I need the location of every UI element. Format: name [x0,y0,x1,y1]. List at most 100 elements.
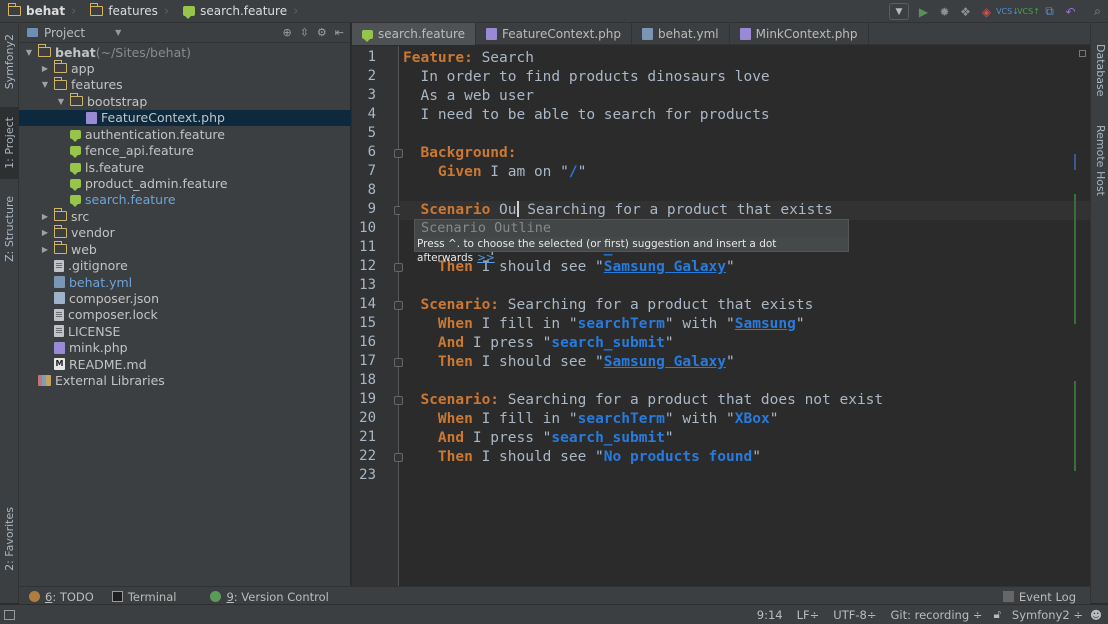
line-number: 22 [359,448,376,465]
tree-item-label: app [71,60,95,76]
fold-marker-icon[interactable] [394,396,403,406]
tree-item[interactable]: External Libraries [19,373,351,389]
code-editor[interactable]: 1 2 3 4 5 6 7 8 9 10 11 12 13 14 15 16 17 18 19 20 21 22 23 Fe… [352,46,1090,586]
code-token: As a web user [403,88,534,105]
tree-item[interactable]: ▶ src [19,208,351,224]
text-file-icon [54,308,64,321]
tool-tab-structure[interactable]: Z: Structure [0,189,19,269]
hector-icon[interactable]: ☻ [1090,608,1102,622]
code-token: Ou [490,202,517,219]
chevron-down-icon[interactable]: ▼ [115,28,121,37]
breadcrumb-item[interactable]: features › [82,0,175,23]
tool-tab-favorites[interactable]: 2: Favorites [0,499,19,579]
chevron-down-icon[interactable]: ▼ [39,80,51,89]
tree-item[interactable]: behat.yml [19,274,351,290]
vcs-commit-icon[interactable]: VCS↑ [1017,1,1040,22]
profile-icon[interactable]: ◈ [976,1,997,22]
chevron-right-icon[interactable]: ▶ [39,245,51,254]
tree-item-label: behat.yml [69,274,133,290]
run-config-dropdown[interactable]: ▼ [889,3,909,20]
debug-icon[interactable]: ✹ [934,1,955,22]
more-link[interactable]: >> [477,252,495,264]
chevron-down-icon[interactable]: ▼ [55,97,67,106]
chevron-right-icon[interactable]: ▶ [39,228,51,237]
autocomplete-hint: Press ^. to choose the selected (or firs… [417,238,777,264]
tree-item[interactable]: composer.lock [19,307,351,323]
code-token: Background: [403,145,517,162]
search-icon[interactable]: ⌕ [1087,1,1108,22]
line-number-gutter: 1 2 3 4 5 6 7 8 9 10 11 12 13 14 15 16 17 18 19 20 21 22 23 [352,46,403,586]
fold-marker-icon[interactable] [394,358,403,368]
chevron-right-icon[interactable]: ▶ [39,64,51,73]
hide-panel-icon[interactable]: ⇤ [335,26,344,39]
tree-item[interactable]: product_admin.feature [19,175,351,191]
folder-icon [53,241,67,255]
code-line: And I press "search_submit" [403,429,674,448]
inspection-status-icon[interactable] [1079,50,1086,57]
tree-item[interactable]: ▼ behat (~/Sites/behat) [19,44,351,60]
tree-item-label: composer.json [69,290,160,306]
line-number: 8 [367,182,376,199]
tool-tab-database[interactable]: Database [1091,33,1108,107]
tree-item[interactable]: .gitignore [19,258,351,274]
tree-item[interactable]: LICENSE [19,323,351,339]
fold-marker-icon[interactable] [394,301,403,311]
line-number: 9 [367,201,376,218]
code-token: " [769,411,779,428]
caret-position[interactable]: 9:14 [750,608,790,622]
tree-item[interactable]: mink.php [19,340,351,356]
tool-tab-project[interactable]: 1: Project [0,107,19,179]
collapse-icon[interactable]: ⇳ [300,26,309,39]
tool-tab-remote-host[interactable]: Remote Host [1091,117,1108,203]
editor-tab[interactable]: behat.yml [632,23,730,45]
tree-item[interactable]: composer.json [19,290,351,306]
tree-item[interactable]: search.feature [19,192,351,208]
feature-file-icon [70,178,81,191]
project-view-icon [27,28,38,37]
tree-item[interactable]: ▶ web [19,241,351,257]
tree-item[interactable]: ▼ features [19,76,351,93]
code-token: Search [472,50,534,66]
tree-item-label: features [71,77,123,93]
tree-item[interactable]: M README.md [19,356,351,372]
folder-icon [53,208,67,222]
autocomplete-suggestion[interactable]: Scenario Outline [415,220,848,237]
revert-icon[interactable]: ↶ [1060,1,1081,22]
line-number: 7 [367,163,376,180]
tree-item[interactable]: ▶ app [19,60,351,76]
git-branch[interactable]: Git: recording ÷ [883,608,989,622]
fold-marker-icon[interactable] [394,453,403,463]
php-file-icon [54,341,65,354]
folder-icon [37,44,51,57]
breadcrumb-item[interactable]: search.feature › [175,0,304,23]
file-encoding[interactable]: UTF-8÷ [826,608,883,622]
chevron-down-icon[interactable]: ▼ [23,48,35,57]
editor-tab[interactable]: MinkContext.php [730,23,869,45]
code-token: " [664,335,674,352]
editor-tab[interactable]: FeatureContext.php [476,23,633,45]
project-view-selector[interactable]: Project [44,26,85,40]
framework-selector[interactable]: Symfony2 ÷ [1005,608,1090,622]
tool-tab-symfony[interactable]: Symfony2 [0,27,19,97]
code-token: I press " [464,335,552,352]
tool-windows-icon[interactable] [4,609,15,620]
tree-item[interactable]: authentication.feature [19,126,351,142]
locate-icon[interactable]: ⊕ [282,26,291,39]
gear-icon[interactable]: ⚙ [317,26,327,39]
tree-item[interactable]: ▼ bootstrap [19,93,351,109]
lock-icon[interactable]: 🔓︎ [993,607,1000,622]
run-icon[interactable]: ▶ [913,1,934,22]
fold-marker-icon[interactable] [394,149,403,159]
vcs-history-icon[interactable]: ⧉ [1039,1,1060,22]
editor-tab[interactable]: search.feature [352,23,476,45]
tree-item[interactable]: ▶ vendor [19,224,351,241]
tree-item[interactable]: fence_api.feature [19,143,351,159]
tree-item[interactable]: FeatureContext.php [19,109,351,126]
breadcrumb-item[interactable]: behat › [0,0,82,23]
coverage-icon[interactable]: ❖ [955,1,976,22]
vcs-update-icon[interactable]: VCS↓ [996,1,1019,22]
tree-item[interactable]: ls.feature [19,159,351,175]
fold-marker-icon[interactable] [394,263,403,273]
chevron-right-icon[interactable]: ▶ [39,212,51,221]
line-separator[interactable]: LF÷ [790,608,827,622]
